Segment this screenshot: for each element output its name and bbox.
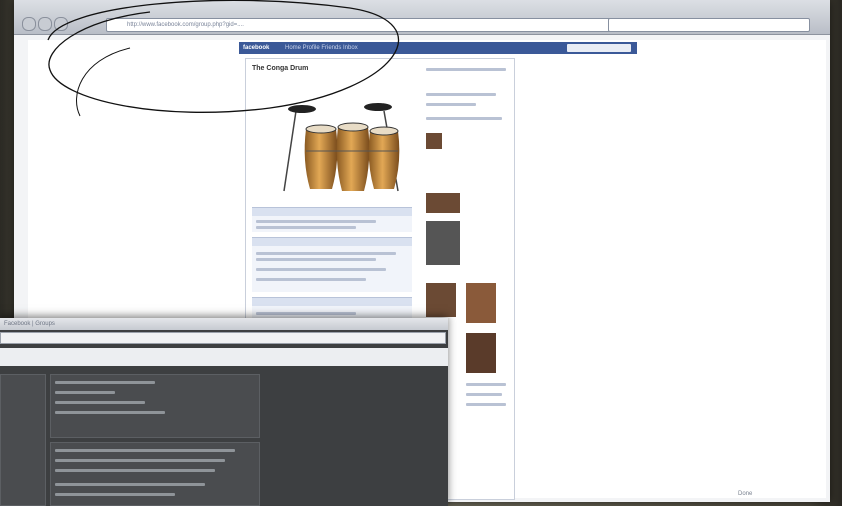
conga-drums-image xyxy=(283,103,400,192)
photo-thumbnail[interactable] xyxy=(466,283,496,323)
facebook-search-input[interactable] xyxy=(567,44,631,52)
info-box xyxy=(252,207,412,232)
overlay-content-panel xyxy=(50,442,260,506)
facebook-logo[interactable]: facebook xyxy=(243,42,269,54)
photo-thumbnail[interactable] xyxy=(426,283,456,317)
search-input[interactable] xyxy=(608,18,810,32)
photo-thumbnail[interactable] xyxy=(466,333,496,373)
back-icon[interactable] xyxy=(22,17,36,31)
overlay-left-panel xyxy=(0,374,46,506)
page-title: The Conga Drum xyxy=(252,65,309,72)
facebook-header: facebook Home Profile Friends Inbox xyxy=(239,42,637,54)
page-meta xyxy=(426,68,506,71)
description-box xyxy=(252,237,412,292)
overlay-content-panel xyxy=(50,374,260,438)
overlay-address-bar[interactable] xyxy=(0,332,446,344)
browser-toolbar: http://www.facebook.com/group.php?gid=..… xyxy=(14,0,830,35)
overlay-window: Facebook | Groups xyxy=(0,318,448,506)
reload-icon[interactable] xyxy=(54,17,68,31)
photo-thumbnail[interactable] xyxy=(426,221,460,265)
photo-thumbnail[interactable] xyxy=(426,193,460,213)
overlay-title-bar[interactable]: Facebook | Groups xyxy=(0,318,448,330)
overlay-header-band xyxy=(0,348,448,366)
facebook-nav[interactable]: Home Profile Friends Inbox xyxy=(285,42,545,54)
forward-icon[interactable] xyxy=(38,17,52,31)
status-text: Done xyxy=(738,491,753,497)
address-bar[interactable]: http://www.facebook.com/group.php?gid=..… xyxy=(106,18,618,32)
member-thumbnail[interactable] xyxy=(426,133,442,149)
